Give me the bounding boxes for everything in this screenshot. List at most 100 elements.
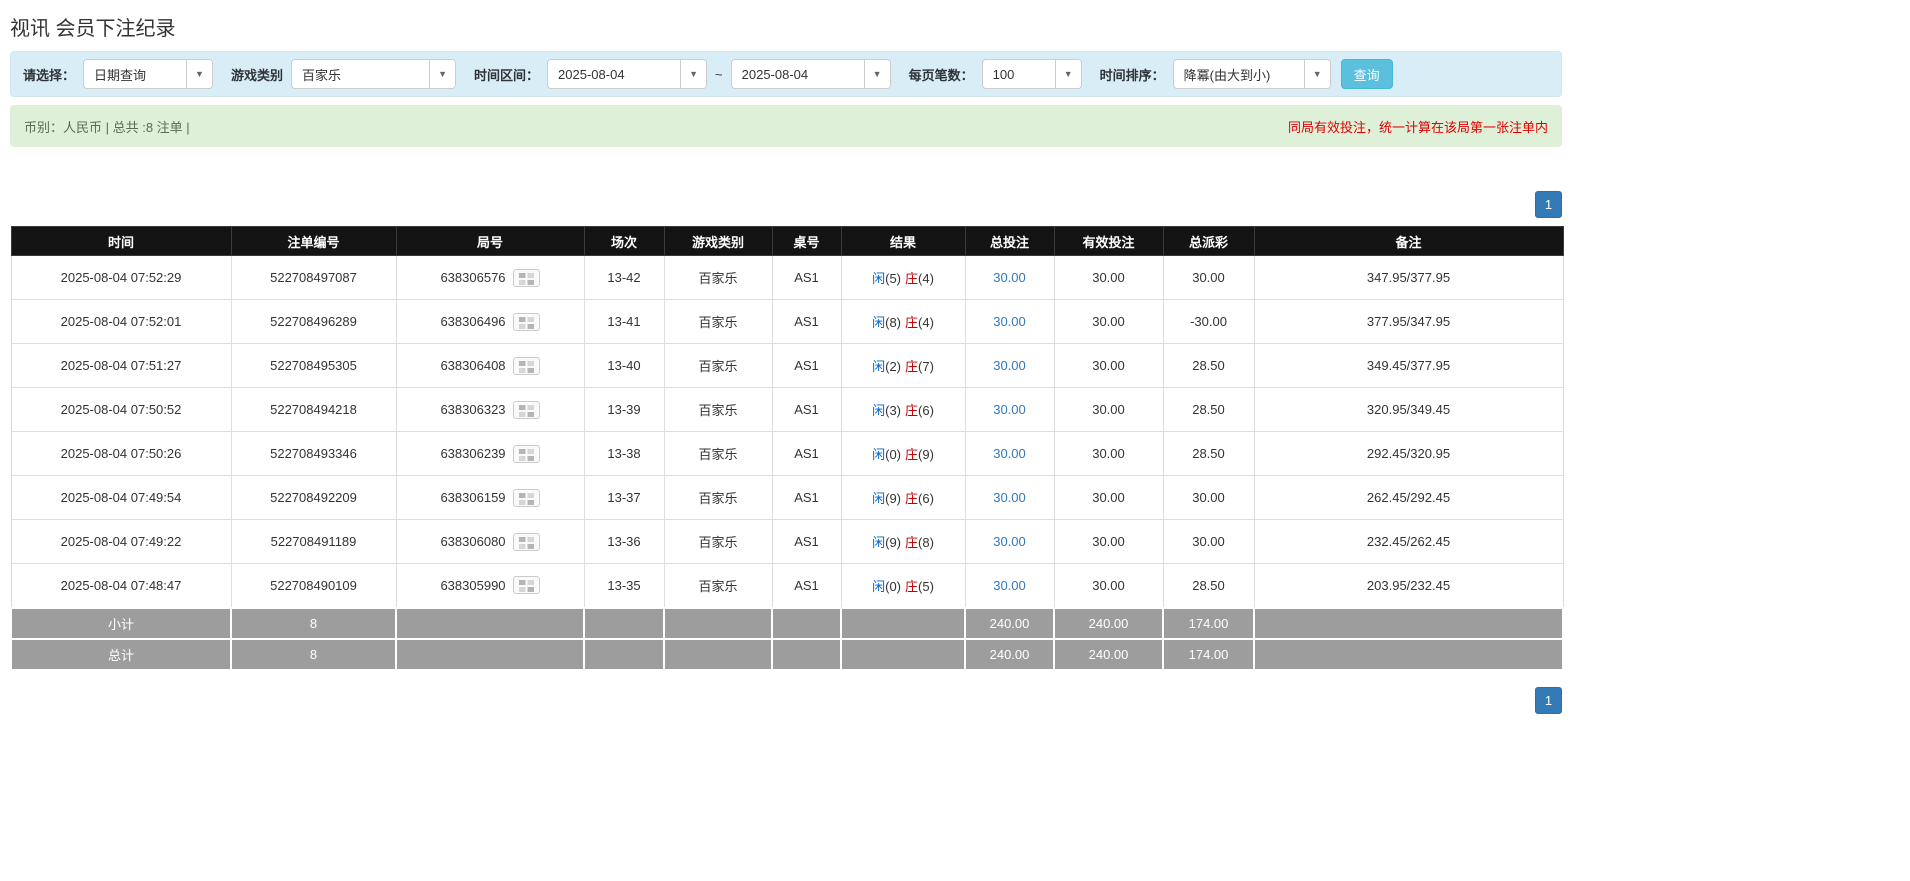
date-to-select[interactable]: 2025-08-04 ▼ [731,59,891,89]
total-bet-link[interactable]: 30.00 [993,270,1026,285]
result-player-score: (2) [885,359,901,374]
subtotal-label: 小计 [11,608,231,639]
total-total-bet: 240.00 [965,639,1054,670]
cell-round: 638306323 [396,388,584,432]
cell-round: 638306239 [396,432,584,476]
sort-value: 降冪(由大到小) [1174,60,1304,88]
cell-result: 闲(9)庄(8) [841,520,965,564]
round-video-button[interactable] [513,313,540,331]
table-row: 2025-08-04 07:51:27 522708495305 6383064… [11,344,1563,388]
filter-group-query-type: 请选择： 日期查询 ▼ [23,59,213,89]
total-bet-link[interactable]: 30.00 [993,490,1026,505]
video-grid-icon [519,493,534,505]
cell-time: 2025-08-04 07:51:27 [11,344,231,388]
summary-bar: 币别：人民币 | 总共 :8 注单 | 同局有效投注，统一计算在该局第一张注单内 [10,105,1562,147]
cell-game-type: 百家乐 [664,256,772,300]
cell-bet-id: 522708495305 [231,344,396,388]
empty-cell [1254,639,1563,670]
result-player-score: (9) [885,491,901,506]
empty-cell [664,608,772,639]
cell-bet-id: 522708493346 [231,432,396,476]
total-payout: 174.00 [1163,639,1254,670]
cell-session: 13-41 [584,300,664,344]
empty-cell [584,639,664,670]
cell-game-type: 百家乐 [664,476,772,520]
cell-total-bet: 30.00 [965,432,1054,476]
round-number: 638306496 [440,314,505,329]
cell-valid-bet: 30.00 [1054,256,1163,300]
round-video-button[interactable] [513,269,540,287]
round-number: 638306323 [440,402,505,417]
filter-group-page-size: 每页笔数： 100 ▼ [891,59,1082,89]
filter-group-date-range: 时间区间： 2025-08-04 ▼ ~ 2025-08-04 ▼ [456,59,891,89]
chevron-down-icon: ▼ [680,60,706,88]
chevron-down-icon: ▼ [864,60,890,88]
empty-cell [396,608,584,639]
result-banker-score: (6) [918,403,934,418]
cell-game-type: 百家乐 [664,300,772,344]
cell-bet-id: 522708491189 [231,520,396,564]
round-video-button[interactable] [513,445,540,463]
total-label: 总计 [11,639,231,670]
col-header-time: 时间 [11,227,231,256]
page-button-1[interactable]: 1 [1535,191,1562,218]
date-to-value: 2025-08-04 [732,60,864,88]
cell-table-no: AS1 [772,432,841,476]
result-banker-score: (5) [918,579,934,594]
grand-total-row: 总计 8 240.00 240.00 174.00 [11,639,1563,670]
result-player-score: (8) [885,315,901,330]
col-header-valid-bet: 有效投注 [1054,227,1163,256]
result-player-label: 闲 [872,535,885,550]
page-size-select[interactable]: 100 ▼ [982,59,1082,89]
cell-total-bet: 30.00 [965,300,1054,344]
subtotal-count: 8 [231,608,396,639]
result-player-label: 闲 [872,271,885,286]
round-video-button[interactable] [513,401,540,419]
empty-cell [841,639,965,670]
cell-total-bet: 30.00 [965,476,1054,520]
total-bet-link[interactable]: 30.00 [993,358,1026,373]
cell-table-no: AS1 [772,388,841,432]
col-header-total-bet: 总投注 [965,227,1054,256]
result-player-label: 闲 [872,579,885,594]
video-grid-icon [519,361,534,373]
total-bet-link[interactable]: 30.00 [993,578,1026,593]
cell-round: 638305990 [396,564,584,608]
round-video-button[interactable] [513,489,540,507]
round-number: 638305990 [440,578,505,593]
result-player-label: 闲 [872,359,885,374]
round-video-button[interactable] [513,357,540,375]
total-bet-link[interactable]: 30.00 [993,446,1026,461]
cell-payout: 28.50 [1163,564,1254,608]
cell-result: 闲(0)庄(9) [841,432,965,476]
date-from-select[interactable]: 2025-08-04 ▼ [547,59,707,89]
video-grid-icon [519,317,534,329]
round-video-button[interactable] [513,576,540,594]
query-type-select[interactable]: 日期查询 ▼ [83,59,213,89]
cell-remark: 232.45/262.45 [1254,520,1563,564]
video-grid-icon [519,449,534,461]
round-number: 638306239 [440,446,505,461]
result-banker-score: (9) [918,447,934,462]
cell-bet-id: 522708490109 [231,564,396,608]
cell-table-no: AS1 [772,344,841,388]
filter-group-sort: 时间排序： 降冪(由大到小) ▼ [1082,59,1331,89]
result-player-label: 闲 [872,491,885,506]
page-button-1[interactable]: 1 [1535,687,1562,714]
result-banker-score: (8) [918,535,934,550]
total-bet-link[interactable]: 30.00 [993,402,1026,417]
cell-total-bet: 30.00 [965,564,1054,608]
cell-valid-bet: 30.00 [1054,476,1163,520]
round-video-button[interactable] [513,533,540,551]
cell-payout: 28.50 [1163,388,1254,432]
cell-valid-bet: 30.00 [1054,520,1163,564]
query-button[interactable]: 查询 [1341,59,1393,89]
sort-select[interactable]: 降冪(由大到小) ▼ [1173,59,1331,89]
query-type-value: 日期查询 [84,60,186,88]
total-bet-link[interactable]: 30.00 [993,314,1026,329]
game-type-select[interactable]: 百家乐 ▼ [291,59,456,89]
cell-remark: 347.95/377.95 [1254,256,1563,300]
result-banker-label: 庄 [905,403,918,418]
total-bet-link[interactable]: 30.00 [993,534,1026,549]
cell-time: 2025-08-04 07:49:54 [11,476,231,520]
